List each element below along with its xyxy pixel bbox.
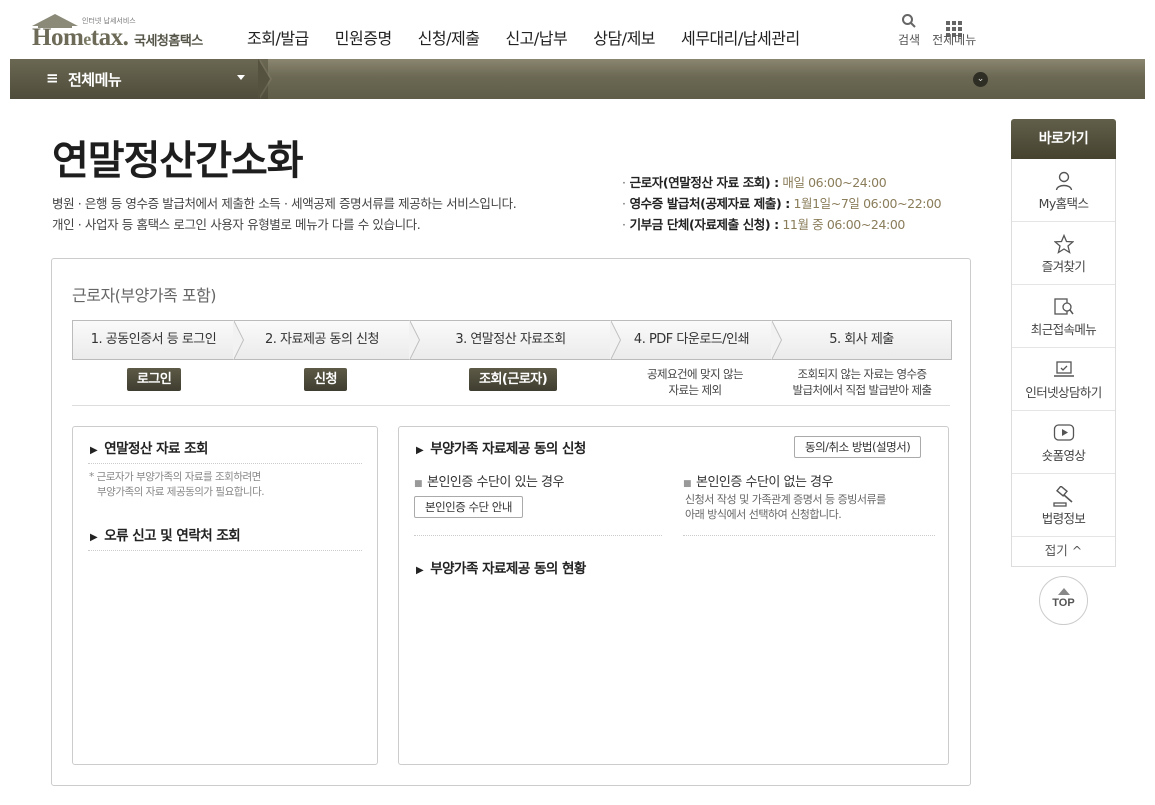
caret-down-icon [237,75,245,80]
play-icon [1012,423,1115,445]
hours-row: · 근로자(연말정산 자료 조회) : 매일 06:00~24:00 [622,175,887,190]
all-menu-bar-label[interactable]: 전체메뉴 [68,69,122,90]
nav-item-report-pay[interactable]: 신고/납부 [505,25,567,49]
nav-item-certificates[interactable]: 민원증명 [335,25,392,49]
step-5-note: 조회되지 않는 자료는 영수증 발급처에서 직접 발급받아 제출 [792,367,933,397]
quick-item-shortform-video[interactable]: 숏폼영상 [1012,411,1115,474]
step-4-note: 공제요건에 맞지 않는 자료는 제외 [647,367,744,397]
header-tools: 검색 전체메뉴 [898,13,976,48]
login-button[interactable]: 로그인 [127,368,182,391]
with-cert-heading: ■ 본인인증 수단이 있는 경우 [414,475,564,490]
left-panel: ▶ 연말정산 자료 조회 * 근로자가 부양가족의 자료를 조회하려면 부양가족의… [72,426,378,765]
view-employee-button[interactable]: 조회(근로자) [469,368,558,391]
nav-item-consult[interactable]: 상담/제보 [593,25,655,49]
person-icon [1012,171,1115,193]
cert-guide-button[interactable]: 본인인증 수단 안내 [414,496,523,518]
hours-row: · 기부금 단체(자료제출 신청) : 11월 중 06:00~24:00 [622,217,905,232]
step-1-action: 로그인 [127,368,182,391]
scroll-top-button[interactable]: TOP [1039,576,1088,625]
service-hours: · 근로자(연말정산 자료 조회) : 매일 06:00~24:00 · 영수증 발… [622,172,942,235]
logo-brand: Hometax. [32,24,129,51]
star-icon [1012,233,1115,256]
consent-guide-button[interactable]: 동의/취소 방법(설명서) [794,436,922,458]
view-year-end-data-link[interactable]: ▶ 연말정산 자료 조회 [90,437,208,457]
quick-item-recent-menu[interactable]: 최근접속메뉴 [1012,285,1115,348]
quick-item-online-consult[interactable]: 인터넷상담하기 [1012,348,1115,411]
arrow-up-icon [1057,588,1070,595]
quick-menu-list: My홈택스 즐겨찾기 최근접속메뉴 인터넷상담하기 숏폼영상 법령정보 접기 ^ [1011,159,1116,567]
step-1: 1. 공동인증서 등 로그인 [73,320,244,360]
quick-item-law-info[interactable]: 법령정보 [1012,474,1115,537]
triangle-right-icon: ▶ [90,532,98,543]
divider [72,405,950,406]
quick-menu: 바로가기 My홈택스 즐겨찾기 최근접속메뉴 인터넷상담하기 숏폼영상 법령정보… [1011,119,1116,567]
top-header: 인터넷 납세서비스 Hometax. 국세청홈택스 조회/발급 민원증명 신청/… [0,0,1155,59]
all-menu-button[interactable]: 전체메뉴 [932,13,976,48]
document-search-icon [1012,297,1115,319]
gavel-icon [1012,485,1115,508]
process-steps: 1. 공동인증서 등 로그인 2. 자료제공 동의 신청 3. 연말정산 자료조… [72,320,952,360]
laptop-chat-icon [1012,360,1115,382]
step-3: 3. 연말정산 자료조회 [410,320,621,360]
nav-item-apply[interactable]: 신청/제출 [418,25,480,49]
expand-chevron-icon[interactable]: ⌄ [973,72,988,87]
quick-item-favorites[interactable]: 즐겨찾기 [1012,222,1115,285]
step-5: 5. 회사 제출 [829,332,894,347]
triangle-right-icon: ▶ [416,445,424,456]
page-description: 병원 · 은행 등 영수증 발급처에서 제출한 소득 · 세액공제 증명서류를 … [52,196,517,232]
all-menu-label: 전체메뉴 [932,33,977,47]
search-icon [898,13,920,31]
apply-button[interactable]: 신청 [304,368,347,391]
section-subtitle: 근로자(부양가족 포함) [72,286,217,305]
hours-row: · 영수증 발급처(공제자료 제출) : 1월1일~7일 06:00~22:00 [622,196,942,211]
step-2: 2. 자료제공 동의 신청 [234,320,420,360]
main-content-box: 근로자(부양가족 포함) 1. 공동인증서 등 로그인 2. 자료제공 동의 신… [51,258,971,786]
quick-item-my-hometax[interactable]: My홈택스 [1012,159,1115,222]
quick-menu-fold-button[interactable]: 접기 ^ [1012,537,1115,566]
without-cert-heading: ■ 본인인증 수단이 없는 경우 [683,475,833,490]
search-button[interactable]: 검색 [898,13,920,48]
triangle-right-icon: ▶ [90,445,98,456]
nav-item-inquiry[interactable]: 조회/발급 [247,25,309,49]
error-report-link[interactable]: ▶ 오류 신고 및 연락처 조회 [90,524,241,544]
dependent-consent-apply-link[interactable]: ▶ 부양가족 자료제공 동의 신청 [416,437,586,457]
dependent-consent-status-link[interactable]: ▶ 부양가족 자료제공 동의 현황 [416,557,586,577]
right-panel: ▶ 부양가족 자료제공 동의 신청 동의/취소 방법(설명서) ■ 본인인증 수단이… [398,426,949,765]
global-nav: 조회/발급 민원증명 신청/제출 신고/납부 상담/제보 세무대리/납세관리 [247,25,826,49]
quick-menu-title: 바로가기 [1011,119,1116,159]
step-3-action: 조회(근로자) [469,368,558,391]
hamburger-icon: ≡ [46,69,59,87]
grid-menu-icon [932,13,976,37]
logo-korean-text: 국세청홈택스 [134,34,203,49]
left-panel-note: * 근로자가 부양가족의 자료를 조회하려면 부양가족의 자료 제공동의가 필요… [89,471,265,498]
search-label: 검색 [898,33,921,47]
without-cert-note: 신청서 작성 및 가족관계 증명서 등 증빙서류를 아래 방식에서 선택하여 신… [685,493,886,521]
menu-bar: ≡ 전체메뉴 ⌄ [10,59,1145,99]
hometax-logo[interactable]: 인터넷 납세서비스 Hometax. 국세청홈택스 [30,10,220,54]
triangle-right-icon: ▶ [416,565,424,576]
step-2-action: 신청 [304,368,347,391]
nav-item-agent[interactable]: 세무대리/납세관리 [681,25,800,49]
page-title: 연말정산간소화 [52,138,304,184]
step-4: 4. PDF 다운로드/인쇄 [611,320,782,360]
